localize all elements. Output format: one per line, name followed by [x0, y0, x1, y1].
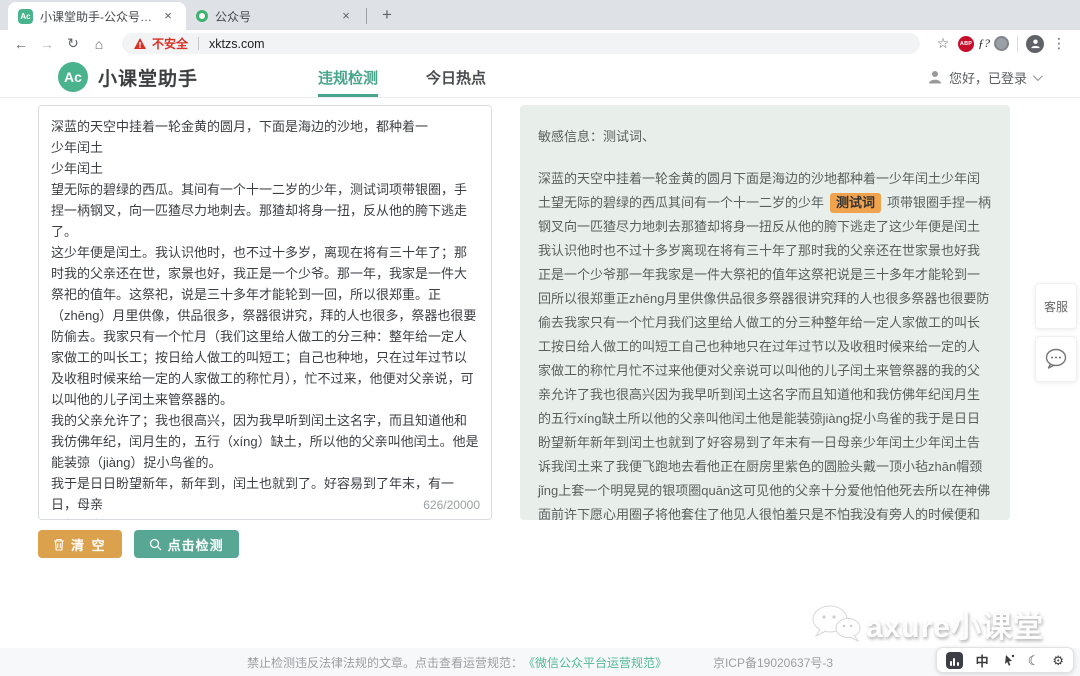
close-tab-icon[interactable]: × [160, 8, 176, 24]
clear-button[interactable]: 清 空 [38, 530, 122, 558]
browser-tab-inactive[interactable]: 公众号 × [186, 2, 364, 30]
user-status-label: 您好，已登录 [949, 68, 1027, 87]
watermark-text: axure小课堂 [866, 602, 1044, 646]
toolbar-divider [1017, 36, 1018, 52]
action-buttons: 清 空 点击检测 [38, 530, 239, 558]
chevron-down-icon [1033, 71, 1043, 81]
forward-icon[interactable]: → [36, 36, 58, 52]
profile-avatar-icon[interactable] [1026, 35, 1044, 53]
site-title: 小课堂助手 [98, 64, 198, 91]
tab-divider [366, 8, 367, 24]
dark-mode-icon[interactable]: ☾ [1028, 654, 1040, 667]
logo-circle: Ac [58, 62, 88, 92]
browser-window: Ac 小课堂助手-公众号运营工具 × 公众号 × + ← → ↻ ⌂ 不安全 x… [0, 0, 1080, 676]
wechat-bubbles-icon [810, 604, 862, 644]
main-nav: 违规检测 今日热点 [318, 57, 486, 97]
script-extension-icon[interactable]: ƒ? [978, 36, 990, 51]
customer-service-label: 客服 [1044, 298, 1068, 315]
hover-cursor-icon[interactable] [1002, 654, 1015, 667]
detect-button-label: 点击检测 [168, 535, 224, 554]
chat-bubble-icon [1044, 348, 1068, 370]
browser-tab-active[interactable]: Ac 小课堂助手-公众号运营工具 × [8, 2, 186, 30]
url-text[interactable]: xktzs.com [209, 37, 265, 51]
user-icon [927, 69, 943, 85]
article-editor-wrap: 深蓝的天空中挂着一轮金黄的圆月，下面是海边的沙地，都种着一 少年闰土 少年闰土 … [38, 105, 492, 520]
bookmark-star-icon[interactable]: ☆ [932, 35, 954, 52]
char-counter: 626/20000 [417, 498, 480, 512]
site-header: Ac 小课堂助手 违规检测 今日热点 您好，已登录 [0, 57, 1080, 98]
result-text-after: 项带银圈手捏一柄钢叉向一匹猹尽力地刺去那猹却将身一扭反从他的胯下逃走了这少年便是… [538, 195, 991, 520]
home-icon[interactable]: ⌂ [88, 36, 110, 52]
platform-rules-link[interactable]: 《微信公众平台运营规范》 [523, 654, 667, 671]
nav-item-daily-hot[interactable]: 今日热点 [426, 57, 486, 97]
target-language-icon[interactable]: 中 [976, 651, 989, 670]
close-tab-icon[interactable]: × [338, 8, 354, 24]
highlighted-keyword: 测试词 [830, 193, 881, 213]
clear-button-label: 清 空 [71, 535, 107, 554]
url-divider [198, 37, 199, 50]
settings-gear-icon[interactable]: ⚙ [1052, 654, 1064, 667]
nav-item-violation-check[interactable]: 违规检测 [318, 57, 378, 97]
wechat-mp-favicon [196, 10, 208, 22]
feedback-chat-button[interactable] [1035, 336, 1077, 382]
sensitive-info-prefix: 敏感信息： [538, 129, 603, 144]
site-logo[interactable]: Ac 小课堂助手 [58, 57, 198, 97]
site-favicon: Ac [18, 9, 33, 24]
browser-tab-strip: Ac 小课堂助手-公众号运营工具 × 公众号 × + [0, 0, 1080, 30]
disabled-extension-icon[interactable] [994, 36, 1009, 51]
page-footer: 禁止检测违反法律法规的文章。点击查看运营规范： 《微信公众平台运营规范》 京IC… [0, 648, 1080, 676]
translate-plugin-toolbar: 中 ☾ ⚙ [936, 647, 1074, 673]
plugin-logo-icon[interactable] [946, 652, 963, 669]
security-warning-label[interactable]: 不安全 [152, 35, 188, 52]
sensitive-info-title: 敏感信息：测试词、 [538, 125, 992, 149]
user-menu[interactable]: 您好，已登录 [927, 57, 1040, 97]
browser-menu-icon[interactable]: ⋮ [1048, 35, 1070, 52]
back-icon[interactable]: ← [10, 36, 32, 52]
tab-title: 小课堂助手-公众号运营工具 [40, 8, 153, 25]
article-input[interactable]: 深蓝的天空中挂着一轮金黄的圆月，下面是海边的沙地，都种着一 少年闰土 少年闰土 … [38, 105, 492, 520]
warning-triangle-icon [134, 38, 146, 49]
new-tab-button[interactable]: + [375, 3, 399, 27]
reload-icon[interactable]: ↻ [62, 35, 84, 52]
result-text: 深蓝的天空中挂着一轮金黄的圆月下面是海边的沙地都种着一少年闰土少年闰土望无际的碧… [538, 167, 992, 520]
adblock-extension-icon[interactable]: ABP [958, 36, 974, 52]
customer-service-button[interactable]: 客服 [1035, 283, 1077, 329]
detection-result-panel: 敏感信息：测试词、 深蓝的天空中挂着一轮金黄的圆月下面是海边的沙地都种着一少年闰… [520, 105, 1010, 520]
browser-toolbar: ← → ↻ ⌂ 不安全 xktzs.com ☆ ABP ƒ? ⋮ [0, 30, 1080, 57]
sensitive-keywords-list: 测试词、 [603, 129, 655, 144]
icp-number: 京ICP备19020637号-3 [713, 654, 833, 671]
trash-icon [53, 538, 65, 551]
address-bar[interactable]: 不安全 xktzs.com [122, 33, 920, 54]
detect-button[interactable]: 点击检测 [134, 530, 239, 558]
watermark: axure小课堂 [810, 602, 1044, 646]
search-icon [149, 538, 162, 551]
footer-notice: 禁止检测违反法律法规的文章。点击查看运营规范： [247, 654, 523, 671]
tab-title: 公众号 [215, 8, 331, 25]
